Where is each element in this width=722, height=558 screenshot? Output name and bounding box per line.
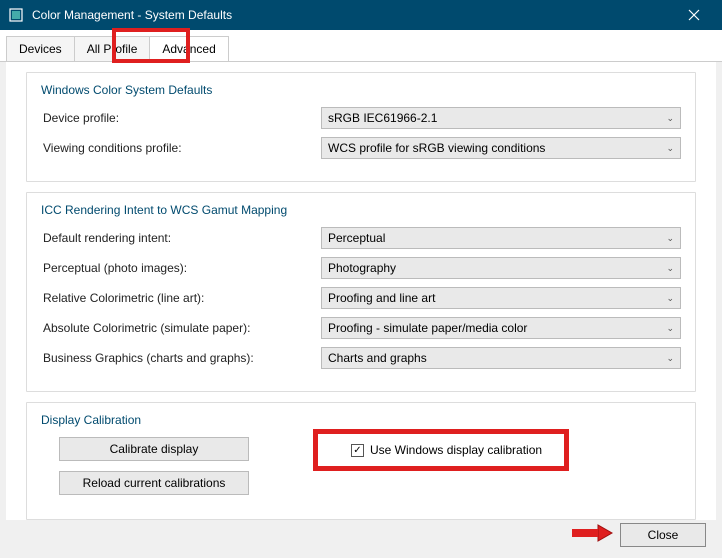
group-display-calibration: Display Calibration Calibrate display Re… [26, 402, 696, 520]
use-windows-calibration-checkbox[interactable]: ✓ Use Windows display calibration [341, 437, 552, 463]
label-business: Business Graphics (charts and graphs): [41, 351, 321, 365]
close-button[interactable]: Close [620, 523, 706, 547]
row-absolute: Absolute Colorimetric (simulate paper): … [41, 317, 681, 339]
label-default-intent: Default rendering intent: [41, 231, 321, 245]
row-device-profile: Device profile: sRGB IEC61966-2.1 ⌄ [41, 107, 681, 129]
dropdown-absolute[interactable]: Proofing - simulate paper/media color ⌄ [321, 317, 681, 339]
calibration-buttons: Calibrate display Reload current calibra… [41, 437, 341, 505]
label-device-profile: Device profile: [41, 111, 321, 125]
reload-calibrations-button[interactable]: Reload current calibrations [59, 471, 249, 495]
calibration-row: Calibrate display Reload current calibra… [41, 437, 681, 505]
dropdown-value: sRGB IEC61966-2.1 [328, 111, 666, 125]
dropdown-viewing-conditions[interactable]: WCS profile for sRGB viewing conditions … [321, 137, 681, 159]
row-relative: Relative Colorimetric (line art): Proofi… [41, 287, 681, 309]
tab-bar: Devices All Profile Advanced [0, 30, 722, 62]
arrow-icon [570, 521, 614, 548]
window-icon [8, 7, 24, 23]
dropdown-value: Charts and graphs [328, 351, 666, 365]
dropdown-business[interactable]: Charts and graphs ⌄ [321, 347, 681, 369]
dropdown-default-intent[interactable]: Perceptual ⌄ [321, 227, 681, 249]
tab-all-profiles[interactable]: All Profile [74, 36, 151, 61]
chevron-down-icon: ⌄ [666, 143, 674, 154]
chevron-down-icon: ⌄ [666, 293, 674, 304]
dropdown-value: WCS profile for sRGB viewing conditions [328, 141, 666, 155]
chevron-down-icon: ⌄ [666, 263, 674, 274]
label-absolute: Absolute Colorimetric (simulate paper): [41, 321, 321, 335]
row-default-intent: Default rendering intent: Perceptual ⌄ [41, 227, 681, 249]
checkbox-icon: ✓ [351, 444, 364, 457]
chevron-down-icon: ⌄ [666, 233, 674, 244]
dropdown-value: Photography [328, 261, 666, 275]
chevron-down-icon: ⌄ [666, 113, 674, 124]
tab-content: Windows Color System Defaults Device pro… [6, 62, 716, 520]
footer: Close [570, 521, 706, 548]
row-business: Business Graphics (charts and graphs): C… [41, 347, 681, 369]
tab-devices[interactable]: Devices [6, 36, 75, 61]
dropdown-value: Proofing and line art [328, 291, 666, 305]
dropdown-perceptual[interactable]: Photography ⌄ [321, 257, 681, 279]
chevron-down-icon: ⌄ [666, 353, 674, 364]
group-title-calibration: Display Calibration [41, 413, 681, 427]
tab-advanced[interactable]: Advanced [149, 36, 228, 61]
label-relative: Relative Colorimetric (line art): [41, 291, 321, 305]
row-viewing-conditions: Viewing conditions profile: WCS profile … [41, 137, 681, 159]
dropdown-device-profile[interactable]: sRGB IEC61966-2.1 ⌄ [321, 107, 681, 129]
label-perceptual: Perceptual (photo images): [41, 261, 321, 275]
window-close-button[interactable] [674, 0, 714, 30]
dropdown-value: Perceptual [328, 231, 666, 245]
calibrate-display-button[interactable]: Calibrate display [59, 437, 249, 461]
dropdown-value: Proofing - simulate paper/media color [328, 321, 666, 335]
window-title: Color Management - System Defaults [32, 8, 674, 22]
checkbox-label: Use Windows display calibration [370, 443, 542, 457]
dropdown-relative[interactable]: Proofing and line art ⌄ [321, 287, 681, 309]
group-title-wcs: Windows Color System Defaults [41, 83, 681, 97]
group-title-icc: ICC Rendering Intent to WCS Gamut Mappin… [41, 203, 681, 217]
row-perceptual: Perceptual (photo images): Photography ⌄ [41, 257, 681, 279]
group-wcs-defaults: Windows Color System Defaults Device pro… [26, 72, 696, 182]
group-icc-mapping: ICC Rendering Intent to WCS Gamut Mappin… [26, 192, 696, 392]
label-viewing-conditions: Viewing conditions profile: [41, 141, 321, 155]
chevron-down-icon: ⌄ [666, 323, 674, 334]
close-icon [688, 9, 700, 21]
titlebar: Color Management - System Defaults [0, 0, 722, 30]
